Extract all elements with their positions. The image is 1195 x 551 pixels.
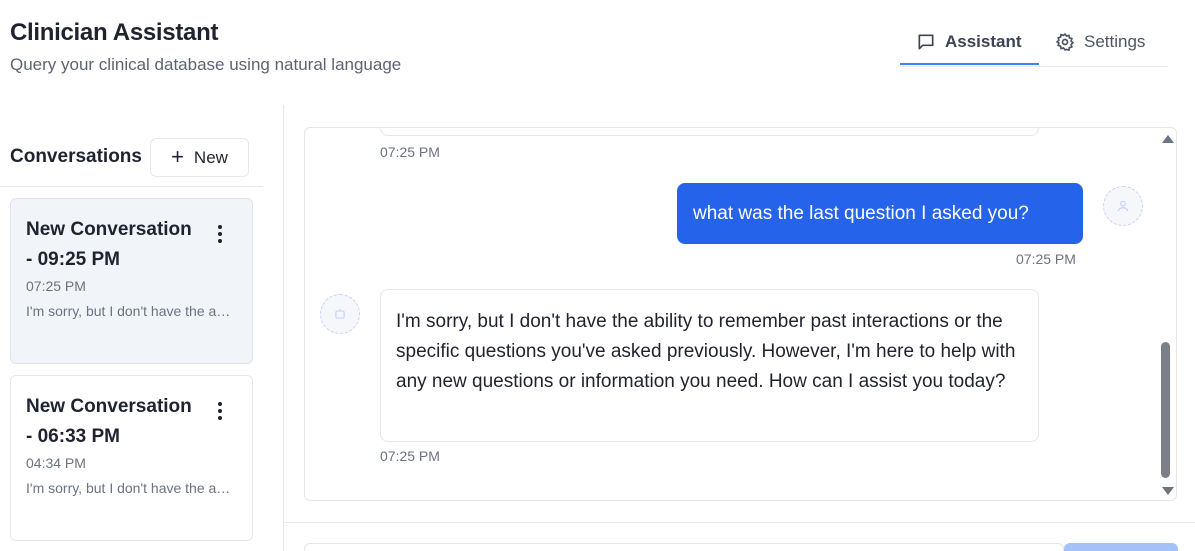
message-square-icon	[918, 34, 934, 50]
tab-assistant-label: Assistant	[945, 31, 1022, 51]
scroll-down-arrow-icon[interactable]	[1162, 487, 1174, 495]
conversation-title: New Conversation - 09:25 PM	[26, 219, 192, 270]
app-subtitle: Query your clinical database using natur…	[10, 55, 402, 74]
more-options-icon[interactable]	[218, 402, 222, 420]
more-options-icon[interactable]	[218, 225, 222, 243]
conversation-item[interactable]: New Conversation - 09:25 PM 07:25 PM I'm…	[10, 198, 253, 364]
composer-separator	[284, 522, 1195, 523]
conversation-time: 04:34 PM	[26, 455, 86, 471]
user-avatar-icon	[1103, 186, 1143, 226]
scroll-up-arrow-icon[interactable]	[1162, 135, 1174, 143]
tab-assistant[interactable]: Assistant	[900, 20, 1039, 65]
message-timestamp: 07:25 PM	[1016, 251, 1076, 267]
tab-settings-label: Settings	[1084, 32, 1146, 51]
user-message-bubble: what was the last question I asked you?	[677, 183, 1083, 244]
gear-icon	[1055, 32, 1075, 52]
send-button[interactable]	[1064, 543, 1178, 551]
assistant-avatar-icon	[320, 294, 360, 334]
conversation-title: New Conversation - 06:33 PM	[26, 396, 192, 447]
conversation-preview: I'm sorry, but I don't have the ability …	[26, 480, 237, 496]
new-conversation-button[interactable]: + New	[150, 138, 249, 177]
conversations-title: Conversations	[10, 146, 142, 167]
message-timestamp: 07:25 PM	[380, 448, 440, 464]
message-input[interactable]	[304, 543, 1064, 551]
assistant-message-bubble	[380, 128, 1039, 136]
conversation-preview: I'm sorry, but I don't have the ability …	[26, 303, 237, 319]
main-tabs: Assistant Settings	[900, 20, 1168, 67]
sidebar-separator	[0, 186, 263, 187]
scrollbar-thumb[interactable]	[1161, 342, 1170, 478]
assistant-message-bubble: I'm sorry, but I don't have the ability …	[380, 289, 1039, 442]
app-root: Clinician Assistant Query your clinical …	[0, 0, 1195, 551]
plus-icon: +	[171, 143, 184, 169]
tab-settings[interactable]: Settings	[1055, 20, 1145, 64]
app-title: Clinician Assistant	[10, 19, 219, 46]
message-timestamp: 07:25 PM	[380, 144, 440, 160]
new-button-label: New	[193, 147, 228, 167]
conversation-item[interactable]: New Conversation - 06:33 PM 04:34 PM I'm…	[10, 375, 253, 541]
chat-messages-panel[interactable]: 07:25 PM what was the last question I as…	[304, 127, 1177, 501]
sidebar-divider	[283, 105, 284, 551]
conversation-time: 07:25 PM	[26, 278, 86, 294]
chat-scrollbar[interactable]	[1158, 128, 1176, 500]
